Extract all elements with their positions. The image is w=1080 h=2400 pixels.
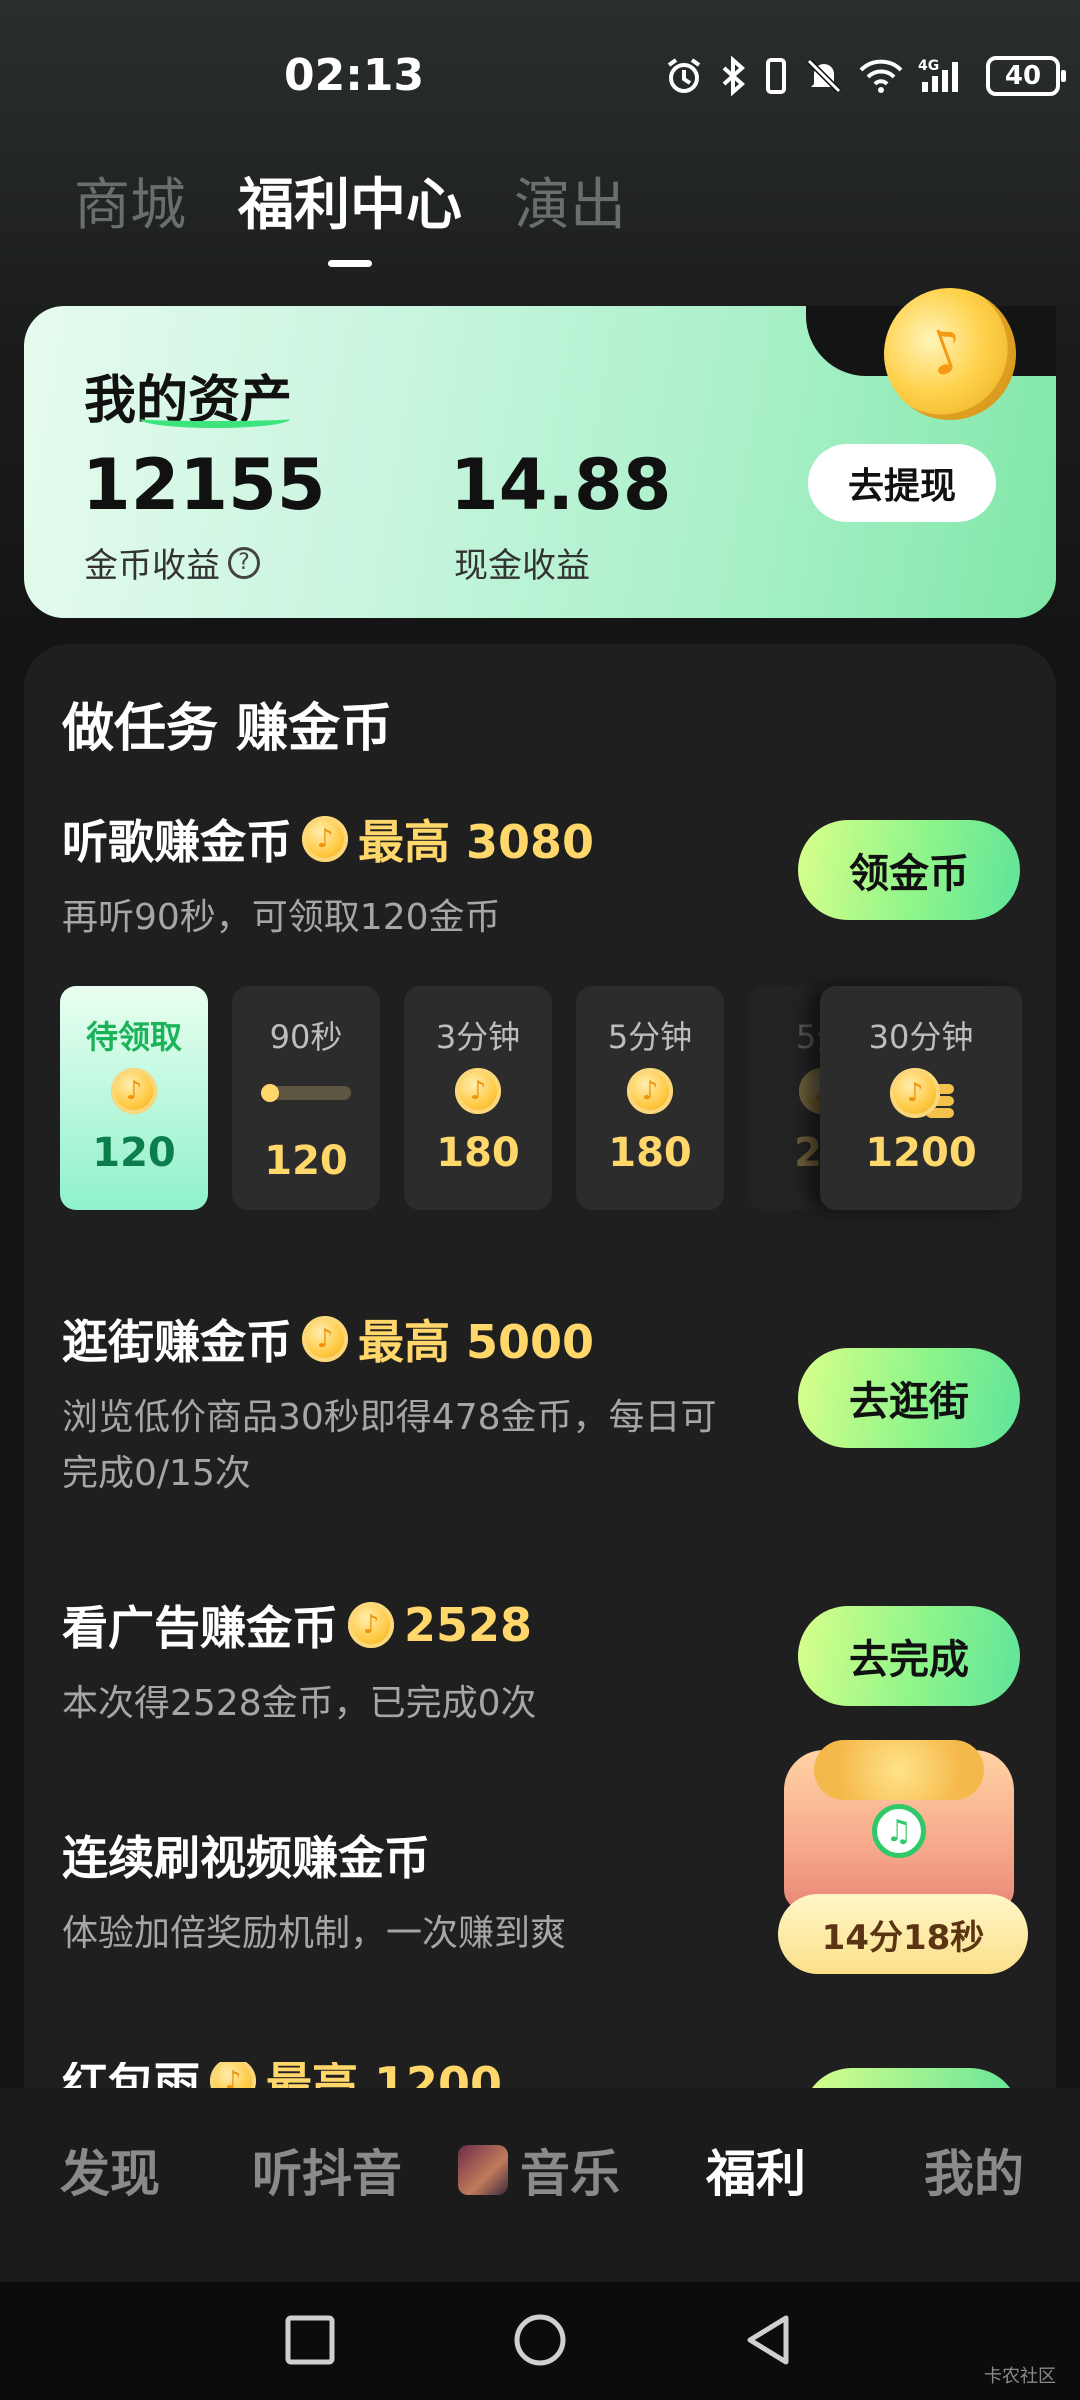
timer-label: 30分钟 — [868, 1018, 974, 1056]
mute-bell-icon — [806, 58, 842, 94]
signal-icon: 4G — [918, 58, 958, 92]
home-icon[interactable] — [512, 2312, 568, 2368]
recent-apps-icon[interactable] — [284, 2312, 336, 2368]
nav-music[interactable]: 音乐 — [458, 2134, 620, 2206]
task-max-reward: 最高 5000 — [358, 1315, 595, 1369]
timer-label: 5分钟 — [607, 1018, 693, 1056]
timer-label: 90秒 — [269, 1018, 343, 1056]
timer-card-3min[interactable]: 3分钟 ♪ 180 — [404, 986, 552, 1210]
panel-title: 做任务 赚金币 — [62, 699, 393, 759]
coin-icon: ♪ — [455, 1068, 501, 1114]
alarm-icon — [667, 58, 701, 93]
timer-value: 120 — [264, 1138, 348, 1184]
go-shopping-button[interactable]: 去逛街 — [798, 1348, 1020, 1448]
timer-card-90s[interactable]: 90秒 120 — [232, 986, 380, 1210]
asset-card: 我的资产 12155 金币收益 ? 14.88 现金收益 去提现 — [24, 269, 1056, 618]
timer-progress-bar — [261, 1084, 351, 1102]
music-thumbnail-icon — [458, 2145, 508, 2195]
status-time: 02:13 — [284, 50, 425, 101]
coin-label-row: 金币收益 ? — [84, 538, 260, 587]
chest-countdown: 14分18秒 — [778, 1894, 1028, 1974]
wifi-icon — [859, 59, 903, 93]
tab-welfare-center[interactable]: 福利中心 — [238, 160, 462, 241]
task-name: 逛街赚金币 — [62, 1315, 292, 1369]
help-icon[interactable]: ? — [228, 546, 260, 579]
timer-value: 1200 — [865, 1130, 977, 1176]
coin-icon: ♪ — [302, 816, 348, 862]
coin-icon: ♪ — [111, 1068, 157, 1114]
battery-icon: 40 — [986, 56, 1066, 96]
nav-music-label: 音乐 — [520, 2145, 620, 2203]
treasure-chest[interactable]: ♫ 14分18秒 — [778, 1740, 1028, 1980]
tab-shows[interactable]: 演出 — [514, 160, 626, 241]
task-desc-line2: 完成0/15次 — [62, 1453, 251, 1494]
svg-text:4G: 4G — [918, 58, 939, 74]
coin-stack-icon: ♪ — [886, 1068, 956, 1120]
task-name: 看广告赚金币 — [62, 1601, 338, 1655]
task-max-reward: 2528 — [404, 1598, 533, 1652]
task-name: 听歌赚金币 — [62, 815, 292, 869]
back-icon[interactable] — [742, 2312, 794, 2368]
task-max-reward: 最高 3080 — [358, 815, 595, 869]
withdraw-button[interactable]: 去提现 — [808, 444, 996, 522]
tab-mall[interactable]: 商城 — [74, 160, 186, 241]
progress-fill — [261, 1084, 279, 1102]
coin-icon: ♪ — [627, 1068, 673, 1114]
coin-balance: 12155 — [82, 444, 326, 526]
watermark: 卡农社区 — [984, 2366, 1056, 2387]
coin-icon: ♪ — [302, 1316, 348, 1362]
system-nav-bar: 卡农社区 — [0, 2282, 1080, 2400]
claim-coins-button[interactable]: 领金币 — [798, 820, 1020, 920]
bluetooth-icon — [722, 56, 746, 96]
cash-balance: 14.88 — [450, 444, 672, 526]
top-tabs: 商城 福利中心 演出 — [74, 160, 626, 241]
task-name: 连续刷视频赚金币 — [62, 1831, 430, 1885]
complete-button[interactable]: 去完成 — [798, 1606, 1020, 1706]
title-underline — [140, 410, 290, 428]
timer-card-5min[interactable]: 5分钟 ♪ 180 — [576, 986, 724, 1210]
listen-timer-row: 待领取 ♪ 120 90秒 120 3分钟 ♪ 180 5分钟 ♪ 180 5分… — [60, 986, 1022, 1210]
bottom-nav: 发现 听抖音 音乐 福利 我的 — [0, 2088, 1080, 2282]
nav-discover[interactable]: 发现 — [60, 2134, 160, 2206]
status-icons: 4G 40 — [664, 56, 1066, 96]
asset-title: 我的资产 — [84, 358, 292, 433]
timer-label: 3分钟 — [435, 1018, 521, 1056]
music-note-icon: ♫ — [872, 1804, 926, 1858]
timer-card-claimable[interactable]: 待领取 ♪ 120 — [60, 986, 208, 1210]
timer-value: 180 — [608, 1130, 692, 1176]
coin-label: 金币收益 — [84, 546, 220, 586]
timer-label: 待领取 — [85, 1018, 182, 1056]
vibrate-icon — [766, 58, 786, 94]
timer-card-30min[interactable]: 30分钟 ♪ 1200 — [820, 986, 1022, 1210]
cash-label: 现金收益 — [454, 546, 590, 586]
coin-icon: ♪ — [348, 1602, 394, 1648]
nav-welfare[interactable]: 福利 — [706, 2134, 806, 2206]
timer-value: 180 — [436, 1130, 520, 1176]
nav-listen-douyin[interactable]: 听抖音 — [252, 2134, 402, 2206]
status-bar: 02:13 4G 40 — [0, 40, 1080, 120]
timer-value: 120 — [92, 1130, 176, 1176]
nav-me[interactable]: 我的 — [924, 2134, 1024, 2206]
